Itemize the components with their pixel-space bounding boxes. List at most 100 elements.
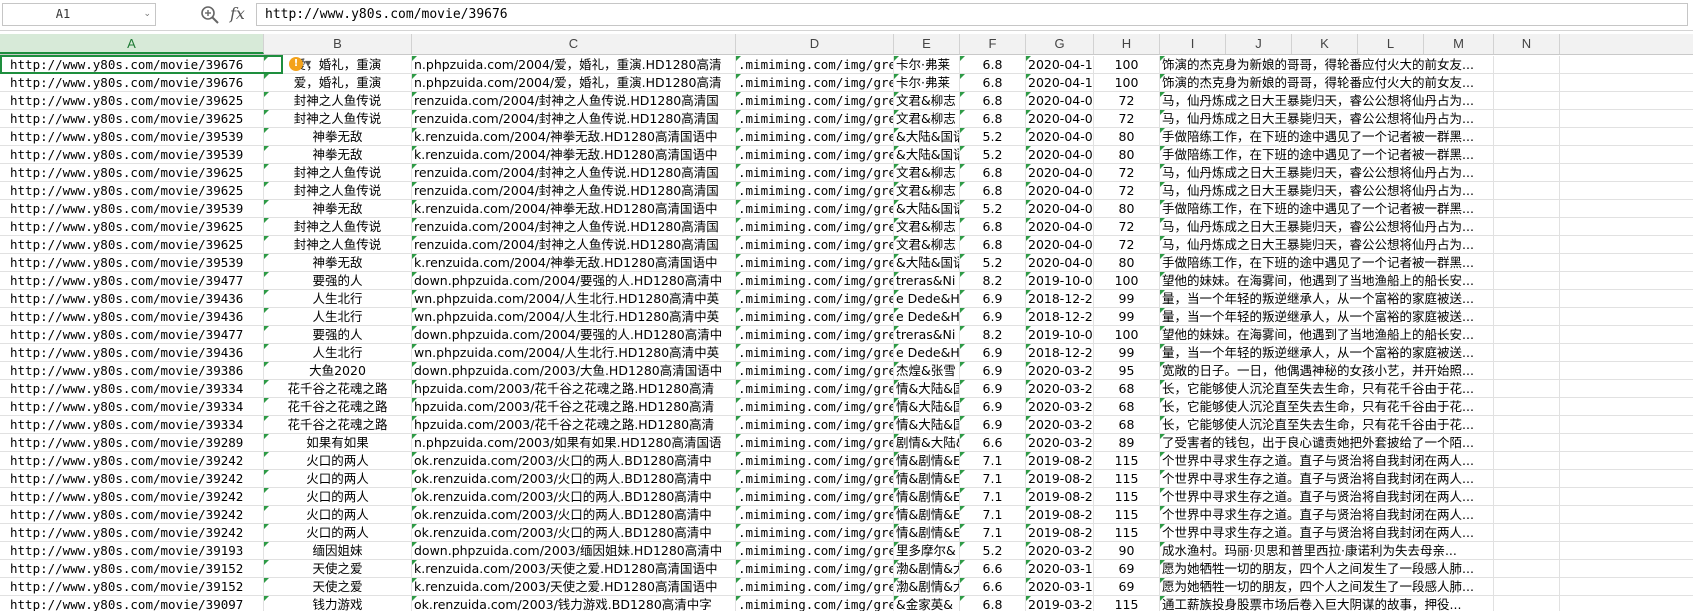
- cell-n[interactable]: [1494, 398, 1560, 416]
- cell-g[interactable]: 2019-08-23: [1026, 470, 1094, 488]
- cell-n[interactable]: [1494, 74, 1560, 92]
- cell-g[interactable]: 2019-03-20: [1026, 596, 1094, 611]
- column-header-h[interactable]: H: [1094, 34, 1160, 54]
- cell-b[interactable]: 封神之人鱼传说: [264, 92, 412, 110]
- cell-c[interactable]: ok.renzuida.com/2003/火口的两人.BD1280高清中: [412, 488, 736, 506]
- cell-b[interactable]: 封神之人鱼传说: [264, 218, 412, 236]
- cell-e[interactable]: 情&大陆&国: [894, 380, 960, 398]
- cell-i[interactable]: 成水渔村。玛丽·贝思和普里西拉·康诺利为失去母亲...: [1160, 542, 1494, 560]
- cell-i[interactable]: 愿为她牺牲一切的朋友，四个人之间发生了一段感人肺...: [1160, 578, 1494, 596]
- cell-e[interactable]: 情&大陆&国: [894, 416, 960, 434]
- column-header-b[interactable]: B: [264, 34, 412, 54]
- cell-h[interactable]: 100: [1094, 326, 1160, 344]
- cell-e[interactable]: 情&大陆&国: [894, 398, 960, 416]
- cell-e[interactable]: 渤&剧情&大: [894, 578, 960, 596]
- cell-d[interactable]: .mimiming.com/img/gre: [736, 92, 894, 110]
- cell-d[interactable]: .mimiming.com/img/gre: [736, 452, 894, 470]
- cell-b[interactable]: 封神之人鱼传说: [264, 110, 412, 128]
- cell-a[interactable]: http://www.y80s.com/movie/39625: [0, 92, 264, 110]
- cell-i[interactable]: 马，仙丹炼成之日大王暴毙归天，睿公公想将仙丹占为...: [1160, 218, 1494, 236]
- cell-f[interactable]: 6.9: [960, 308, 1026, 326]
- cell-d[interactable]: .mimiming.com/img/gre: [736, 596, 894, 611]
- cell-c[interactable]: renzuida.com/2004/封神之人鱼传说.HD1280高清国: [412, 110, 736, 128]
- cell-c[interactable]: k.renzuida.com/2003/天使之爱.HD1280高清国语中: [412, 578, 736, 596]
- cell-f[interactable]: 7.1: [960, 452, 1026, 470]
- cell-h[interactable]: 80: [1094, 146, 1160, 164]
- cell-g[interactable]: 2020-04-08: [1026, 236, 1094, 254]
- cell-b[interactable]: 爱，婚礼，重演: [264, 56, 412, 74]
- cell-a[interactable]: http://www.y80s.com/movie/39193: [0, 542, 264, 560]
- cell-i[interactable]: 马，仙丹炼成之日大王暴毙归天，睿公公想将仙丹占为...: [1160, 92, 1494, 110]
- cell-b[interactable]: 神拳无敌: [264, 200, 412, 218]
- cell-d[interactable]: .mimiming.com/img/gre: [736, 56, 894, 74]
- cell-n[interactable]: [1494, 128, 1560, 146]
- cell-h[interactable]: 68: [1094, 416, 1160, 434]
- cell-c[interactable]: n.phpzuida.com/2004/爱，婚礼，重演.HD1280高清: [412, 74, 736, 92]
- cell-c[interactable]: ok.renzuida.com/2003/火口的两人.BD1280高清中: [412, 452, 736, 470]
- cell-f[interactable]: 7.1: [960, 506, 1026, 524]
- cell-g[interactable]: 2018-12-28: [1026, 344, 1094, 362]
- cell-d[interactable]: .mimiming.com/img/gre: [736, 146, 894, 164]
- cell-e[interactable]: 里多摩尔&: [894, 542, 960, 560]
- cell-d[interactable]: .mimiming.com/img/gre: [736, 416, 894, 434]
- cell-i[interactable]: 望他的妹妹。在海雾间，他遇到了当地渔船上的船长安...: [1160, 272, 1494, 290]
- cell-h[interactable]: 72: [1094, 164, 1160, 182]
- cell-h[interactable]: 99: [1094, 344, 1160, 362]
- cell-e[interactable]: 杰煌&张雪: [894, 362, 960, 380]
- cell-g[interactable]: 2020-03-18: [1026, 560, 1094, 578]
- cell-d[interactable]: .mimiming.com/img/gre: [736, 470, 894, 488]
- cell-h[interactable]: 72: [1094, 92, 1160, 110]
- cell-h[interactable]: 115: [1094, 470, 1160, 488]
- cell-a[interactable]: http://www.y80s.com/movie/39625: [0, 218, 264, 236]
- cell-n[interactable]: [1494, 308, 1560, 326]
- cell-d[interactable]: .mimiming.com/img/gre: [736, 110, 894, 128]
- cell-g[interactable]: 2020-03-18: [1026, 578, 1094, 596]
- cell-h[interactable]: 100: [1094, 74, 1160, 92]
- cell-f[interactable]: 6.8: [960, 92, 1026, 110]
- cell-e[interactable]: 文君&柳志: [894, 92, 960, 110]
- cell-a[interactable]: http://www.y80s.com/movie/39477: [0, 326, 264, 344]
- cell-n[interactable]: [1494, 200, 1560, 218]
- cell-i[interactable]: 愿为她牺牲一切的朋友，四个人之间发生了一段感人肺...: [1160, 560, 1494, 578]
- cell-a[interactable]: http://www.y80s.com/movie/39539: [0, 128, 264, 146]
- cell-n[interactable]: [1494, 326, 1560, 344]
- cell-h[interactable]: 80: [1094, 128, 1160, 146]
- formula-input[interactable]: http://www.y80s.com/movie/39676: [256, 3, 1688, 26]
- cell-g[interactable]: 2020-04-08: [1026, 164, 1094, 182]
- cell-n[interactable]: [1494, 470, 1560, 488]
- cell-f[interactable]: 6.9: [960, 380, 1026, 398]
- cell-g[interactable]: 2020-04-10: [1026, 56, 1094, 74]
- cell-g[interactable]: 2020-04-10: [1026, 74, 1094, 92]
- cell-a[interactable]: http://www.y80s.com/movie/39242: [0, 488, 264, 506]
- cell-d[interactable]: .mimiming.com/img/gre: [736, 398, 894, 416]
- cell-i[interactable]: 手做陪练工作，在下班的途中遇见了一个记者被一群黑...: [1160, 146, 1494, 164]
- cell-d[interactable]: .mimiming.com/img/gre: [736, 326, 894, 344]
- cell-g[interactable]: 2020-03-27: [1026, 398, 1094, 416]
- cell-a[interactable]: http://www.y80s.com/movie/39152: [0, 578, 264, 596]
- cell-e[interactable]: &大陆&国语: [894, 128, 960, 146]
- cell-n[interactable]: [1494, 182, 1560, 200]
- cell-e[interactable]: 情&剧情&E: [894, 524, 960, 542]
- column-header-c[interactable]: C: [412, 34, 736, 54]
- cell-i[interactable]: 马，仙丹炼成之日大王暴毙归天，睿公公想将仙丹占为...: [1160, 164, 1494, 182]
- cell-b[interactable]: 火口的两人: [264, 452, 412, 470]
- cell-d[interactable]: .mimiming.com/img/gre: [736, 308, 894, 326]
- cell-i[interactable]: 马，仙丹炼成之日大王暴毙归天，睿公公想将仙丹占为...: [1160, 110, 1494, 128]
- cell-d[interactable]: .mimiming.com/img/gre: [736, 362, 894, 380]
- cell-f[interactable]: 6.6: [960, 560, 1026, 578]
- name-box[interactable]: A1 ⌄: [2, 3, 156, 26]
- cell-c[interactable]: k.renzuida.com/2004/神拳无敌.HD1280高清国语中: [412, 146, 736, 164]
- cell-f[interactable]: 6.9: [960, 362, 1026, 380]
- cell-n[interactable]: [1494, 578, 1560, 596]
- cell-b[interactable]: 封神之人鱼传说: [264, 182, 412, 200]
- cell-e[interactable]: 文君&柳志: [894, 164, 960, 182]
- cell-c[interactable]: renzuida.com/2004/封神之人鱼传说.HD1280高清国: [412, 164, 736, 182]
- cell-h[interactable]: 115: [1094, 506, 1160, 524]
- cell-n[interactable]: [1494, 416, 1560, 434]
- cell-g[interactable]: 2020-04-08: [1026, 218, 1094, 236]
- cell-i[interactable]: 量，当一个年轻的叛逆继承人，从一个富裕的家庭被送...: [1160, 344, 1494, 362]
- cell-b[interactable]: 人生北行: [264, 290, 412, 308]
- cell-e[interactable]: &大陆&国语: [894, 254, 960, 272]
- cell-b[interactable]: 神拳无敌: [264, 254, 412, 272]
- cell-e[interactable]: 渤&剧情&大: [894, 560, 960, 578]
